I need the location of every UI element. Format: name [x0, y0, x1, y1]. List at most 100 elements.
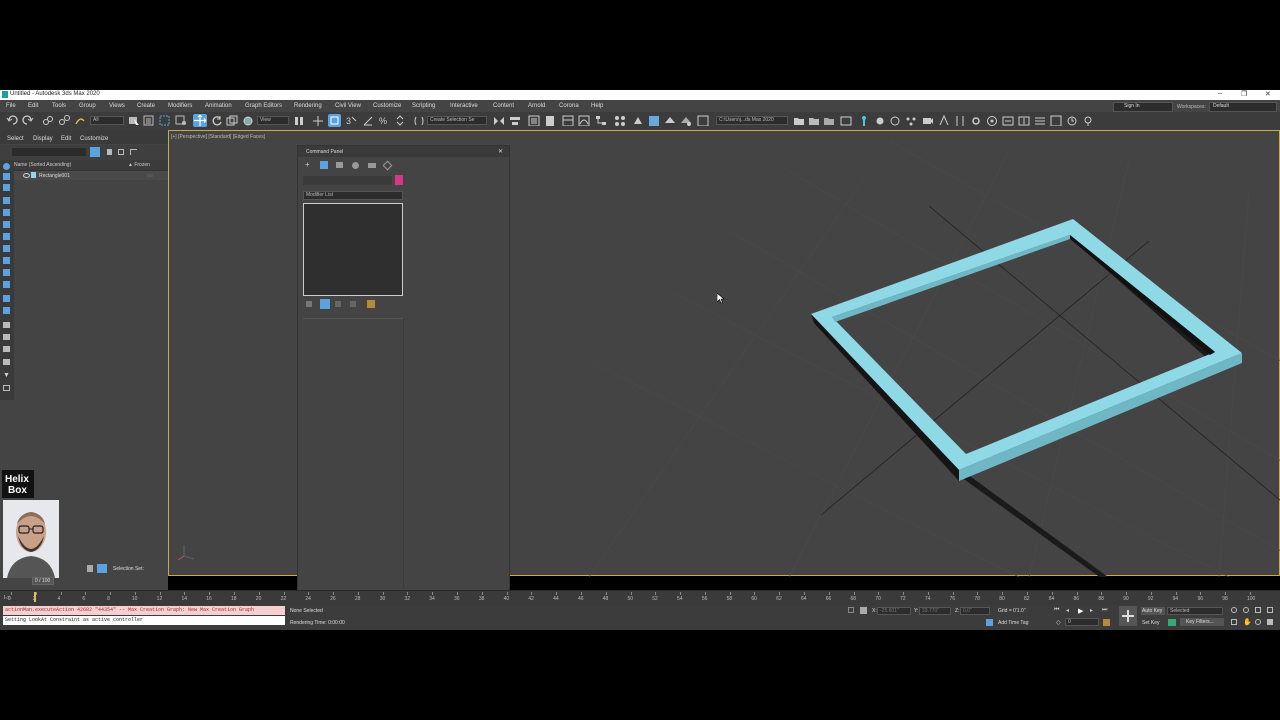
select-object-icon[interactable] [128, 115, 140, 126]
frozen-filter-icon[interactable] [3, 295, 10, 302]
close-button[interactable]: ✕ [1265, 90, 1271, 98]
utilities-tab-icon[interactable] [382, 160, 393, 171]
keyboard-shortcut-override-button[interactable] [328, 114, 341, 127]
render-production-icon[interactable] [664, 115, 676, 126]
time-tag-icon[interactable] [986, 619, 993, 626]
material-editor-icon[interactable] [614, 115, 626, 126]
unlink-icon[interactable] [58, 115, 70, 126]
scale-icon[interactable] [226, 115, 238, 126]
corona-sun-icon[interactable] [970, 115, 982, 126]
selection-set-stack-icon[interactable] [87, 565, 93, 572]
shape-filter-icon[interactable] [3, 184, 10, 191]
corona-converter-icon[interactable] [1002, 115, 1014, 126]
previous-frame-icon[interactable]: ◂ [1066, 607, 1069, 614]
object-color-swatch[interactable] [395, 175, 403, 185]
camera-filter-icon[interactable] [3, 209, 10, 216]
menu-graph-editors[interactable]: Graph Editors [245, 103, 282, 109]
motion-tab-icon[interactable] [352, 162, 359, 169]
display-tab-icon[interactable] [368, 163, 376, 168]
edit-named-selection-icon[interactable] [413, 115, 425, 126]
key-filters-button[interactable]: Key Filters... [1180, 618, 1224, 626]
sort-icon[interactable] [3, 346, 10, 352]
maximize-button[interactable]: ❐ [1241, 90, 1247, 98]
render-setup-icon[interactable] [632, 115, 644, 126]
column-name[interactable]: Name (Sorted Ascending) [14, 162, 71, 168]
menu-arnold[interactable]: Arnold [528, 103, 545, 109]
z-coordinate-field[interactable]: 0.0" [960, 607, 990, 615]
rectangle-object[interactable] [811, 219, 1242, 470]
menu-file[interactable]: File [6, 103, 16, 109]
zoom-extents-icon[interactable] [1255, 607, 1261, 613]
maxscript-listener[interactable]: actionMan.executeAction 42682 "44354" --… [3, 606, 285, 615]
funnel-icon[interactable]: ▼ [3, 372, 10, 379]
time-configuration-icon[interactable] [1103, 619, 1110, 626]
corona-lister-icon[interactable] [1034, 115, 1046, 126]
make-unique-icon[interactable] [335, 301, 341, 307]
selection-set-icon[interactable] [97, 564, 107, 573]
menu-views[interactable]: Views [109, 103, 125, 109]
menu-interactive[interactable]: Interactive [450, 103, 478, 109]
geometry-filter-icon[interactable] [3, 173, 10, 180]
sign-in-dropdown[interactable]: Sign In [1113, 102, 1173, 112]
reference-coordinate-dropdown[interactable]: View [257, 116, 289, 125]
maximize-viewport-icon[interactable] [1267, 619, 1273, 625]
display-none-icon[interactable] [3, 322, 10, 328]
percent-snap-icon[interactable]: % [378, 115, 390, 126]
auto-key-button[interactable]: Auto Key [1141, 607, 1165, 615]
select-by-name-icon[interactable] [143, 115, 155, 126]
hidden-filter-icon[interactable] [3, 307, 10, 314]
bone-filter-icon[interactable] [3, 269, 10, 276]
pivot-center-icon[interactable] [293, 115, 305, 126]
column-frozen[interactable]: ▲ Frozen [128, 162, 150, 168]
toggle-scene-explorer-icon[interactable] [528, 115, 540, 126]
menu-animation[interactable]: Animation [205, 103, 232, 109]
modifier-stack[interactable] [303, 203, 403, 296]
link-icon[interactable] [42, 115, 54, 126]
select-manipulate-icon[interactable] [312, 115, 324, 126]
add-time-tag[interactable]: Add Time Tag [998, 620, 1028, 626]
maxscript-prompt[interactable]: Setting LookAt Constraint as active cont… [3, 616, 285, 625]
spacewarp-filter-icon[interactable] [3, 233, 10, 240]
rectangular-selection-icon[interactable] [159, 115, 171, 126]
menu-customize[interactable]: Customize [373, 103, 401, 109]
viewport-label[interactable]: [+] [Perspective] [Standard] [Edged Face… [171, 134, 265, 140]
toggle-layer-explorer-icon[interactable] [544, 115, 556, 126]
spinner-snap-icon[interactable] [394, 115, 406, 126]
hierarchy-icon[interactable] [118, 149, 124, 155]
x-coordinate-field[interactable]: -25.601" [877, 607, 911, 615]
hierarchy-tab-icon[interactable] [336, 162, 343, 168]
mirror-icon[interactable] [493, 115, 505, 126]
menu-content[interactable]: Content [493, 103, 514, 109]
toggle-ribbon-icon[interactable] [562, 115, 574, 126]
schematic-view-icon[interactable] [595, 115, 607, 126]
corona-light-icon[interactable] [858, 115, 870, 126]
list-item[interactable]: Rectangle001 [14, 171, 168, 180]
selection-filter-dropdown[interactable]: All [90, 116, 124, 125]
align-icon[interactable] [509, 115, 521, 126]
layer-icon[interactable] [3, 359, 10, 365]
minimize-button[interactable]: – [1218, 90, 1222, 97]
redo-icon[interactable] [22, 115, 34, 126]
create-selection-set-dropdown[interactable]: Create Selection Se [427, 116, 487, 125]
corona-proxy-icon[interactable] [889, 115, 901, 126]
curve-editor-icon[interactable] [578, 115, 590, 126]
selection-lock-icon[interactable] [860, 607, 867, 614]
container-filter-icon[interactable] [3, 281, 10, 288]
snaps-toggle-icon[interactable]: 3 [345, 115, 357, 126]
lock-icon[interactable] [107, 149, 112, 155]
y-coordinate-field[interactable]: 33.770" [919, 607, 951, 615]
key-set-dropdown[interactable]: Selected [1167, 607, 1223, 615]
corona-texture-icon[interactable] [954, 115, 966, 126]
corona-camera-icon[interactable] [922, 115, 934, 126]
key-filter-icon[interactable] [1168, 619, 1176, 626]
bind-space-warp-icon[interactable] [74, 115, 86, 126]
menu-help[interactable]: Help [591, 103, 603, 109]
display-all-icon[interactable] [3, 163, 10, 170]
set-key-button[interactable] [1119, 606, 1137, 626]
field-of-view-icon[interactable] [1231, 619, 1237, 625]
tab-display[interactable]: Display [33, 136, 53, 142]
configure-modifier-sets-icon[interactable] [367, 300, 375, 308]
menu-scripting[interactable]: Scripting [412, 103, 435, 109]
modify-tab-icon[interactable] [320, 161, 328, 169]
timeline-ruler[interactable]: 0 2 4 6 8 10 12 14 16 18 20 22 24 26 28 30 32 34 36 38 40 42 4… [0, 591, 1280, 606]
